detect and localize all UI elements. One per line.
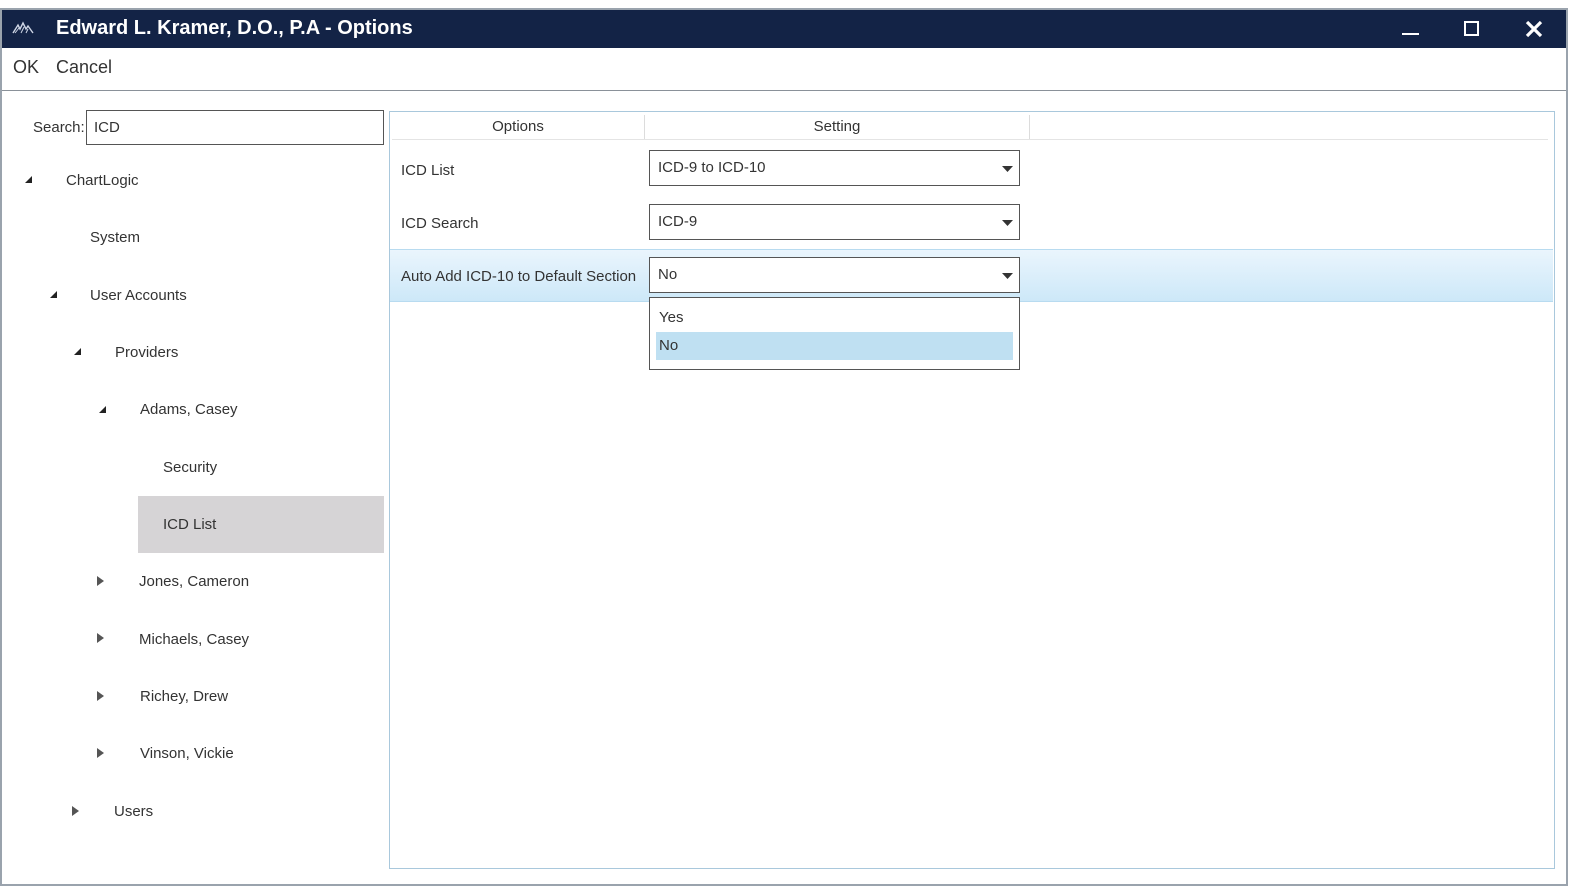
expanded-arrow-icon[interactable] bbox=[73, 347, 83, 357]
dropdown-arrow-icon bbox=[1002, 273, 1013, 279]
minimize-button[interactable] bbox=[1386, 10, 1436, 48]
window-title: Edward L. Kramer, D.O., P.A - Options bbox=[56, 17, 413, 39]
ok-button[interactable]: OK bbox=[13, 57, 39, 78]
tree-item-security[interactable]: Security bbox=[163, 459, 217, 476]
minimize-icon bbox=[1402, 33, 1419, 35]
title-bar: Edward L. Kramer, D.O., P.A - Options bbox=[2, 10, 1566, 48]
dropdown-arrow-icon bbox=[1002, 166, 1013, 172]
options-grid-panel: Options Setting ICD List ICD-9 to ICD-10… bbox=[389, 111, 1555, 869]
tree-item-vinson-vickie[interactable]: Vinson, Vickie bbox=[140, 745, 234, 762]
search-label: Search: bbox=[33, 119, 85, 136]
tree-item-icd-list[interactable]: ICD List bbox=[163, 516, 216, 533]
collapsed-arrow-icon[interactable] bbox=[96, 690, 106, 702]
expanded-arrow-icon[interactable] bbox=[49, 290, 59, 300]
search-input[interactable] bbox=[86, 110, 384, 145]
maximize-icon bbox=[1464, 21, 1479, 36]
expanded-arrow-icon[interactable] bbox=[98, 405, 108, 415]
expanded-arrow-icon[interactable] bbox=[24, 175, 34, 185]
tree-item-richey-drew[interactable]: Richey, Drew bbox=[140, 688, 228, 705]
close-icon bbox=[1525, 20, 1543, 38]
dropdown-arrow-icon bbox=[1002, 220, 1013, 226]
maximize-button[interactable] bbox=[1447, 10, 1497, 48]
tree-item-user-accounts[interactable]: User Accounts bbox=[90, 287, 187, 304]
icd-search-combobox[interactable]: ICD-9 bbox=[649, 204, 1020, 240]
collapsed-arrow-icon[interactable] bbox=[71, 805, 81, 817]
option-label-auto-add-icd10: Auto Add ICD-10 to Default Section bbox=[401, 268, 637, 285]
cancel-button[interactable]: Cancel bbox=[56, 57, 112, 78]
app-logo-icon bbox=[12, 21, 34, 40]
menu-bar: OK Cancel bbox=[2, 48, 1566, 91]
icd-list-combobox[interactable]: ICD-9 to ICD-10 bbox=[649, 150, 1020, 186]
collapsed-arrow-icon[interactable] bbox=[96, 632, 106, 644]
option-label-icd-search: ICD Search bbox=[401, 215, 479, 232]
tree-item-chartlogic[interactable]: ChartLogic bbox=[66, 172, 139, 189]
column-separator bbox=[1029, 115, 1030, 139]
option-label-icd-list: ICD List bbox=[401, 162, 455, 179]
tree-item-jones-cameron[interactable]: Jones, Cameron bbox=[139, 573, 249, 590]
tree-item-system[interactable]: System bbox=[90, 229, 140, 246]
close-button[interactable] bbox=[1509, 10, 1559, 48]
tree-item-users[interactable]: Users bbox=[114, 803, 153, 820]
header-divider bbox=[392, 139, 1548, 140]
column-header-options[interactable]: Options bbox=[392, 112, 644, 140]
auto-add-icd10-combobox[interactable]: No bbox=[649, 257, 1020, 293]
dropdown-option-yes[interactable]: Yes bbox=[656, 304, 1013, 332]
combobox-value: ICD-9 bbox=[658, 213, 698, 230]
dropdown-list: Yes No bbox=[649, 297, 1020, 370]
tree-item-adams-casey[interactable]: Adams, Casey bbox=[140, 401, 238, 418]
combobox-value: ICD-9 to ICD-10 bbox=[658, 159, 766, 176]
options-tree-panel: Search: ChartLogic System User Accounts … bbox=[2, 91, 386, 881]
collapsed-arrow-icon[interactable] bbox=[96, 747, 106, 759]
column-header-setting[interactable]: Setting bbox=[645, 112, 1029, 140]
combobox-value: No bbox=[658, 266, 678, 283]
dropdown-option-no[interactable]: No bbox=[656, 332, 1013, 360]
tree-item-michaels-casey[interactable]: Michaels, Casey bbox=[139, 631, 249, 648]
collapsed-arrow-icon[interactable] bbox=[96, 575, 106, 587]
tree-item-providers[interactable]: Providers bbox=[115, 344, 178, 361]
